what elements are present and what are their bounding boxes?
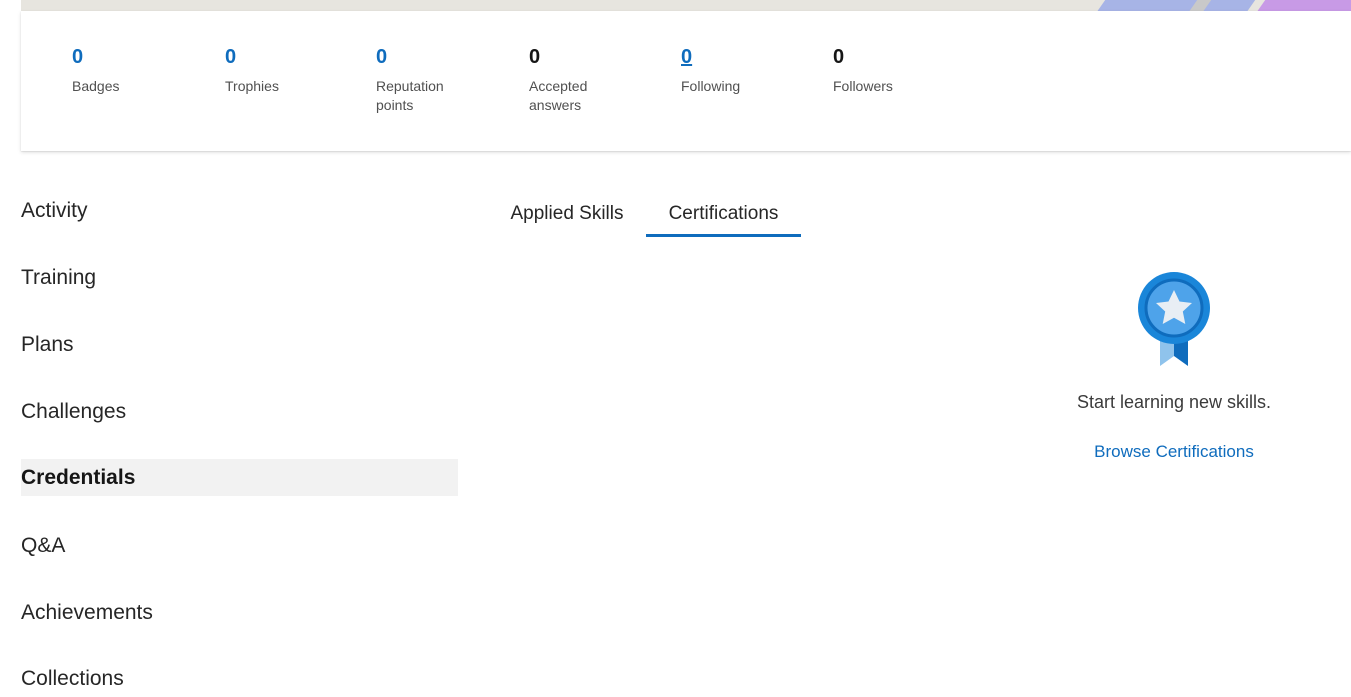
certifications-empty-state: Start learning new skills. Browse Certif… <box>1024 270 1324 463</box>
stat-accepted-answers-value: 0 <box>529 46 541 68</box>
empty-state-message: Start learning new skills. <box>1076 392 1272 412</box>
nav-item-credentials[interactable]: Credentials <box>21 459 458 496</box>
tab-certifications[interactable]: Certifications <box>646 193 801 237</box>
nav-item-training[interactable]: Training <box>21 259 458 296</box>
stat-followers-value: 0 <box>833 46 845 68</box>
nav-item-activity[interactable]: Activity <box>21 192 458 229</box>
stat-followers-label: Followers <box>833 78 893 94</box>
award-ribbon-icon <box>1138 272 1210 366</box>
stat-badges-label: Badges <box>72 78 120 94</box>
profile-banner <box>21 0 1351 11</box>
nav-item-achievements[interactable]: Achievements <box>21 594 458 631</box>
nav-item-qa[interactable]: Q&A <box>21 527 458 564</box>
stat-accepted-answers-label: Accepted answers <box>529 78 588 113</box>
profile-stats-card: 0 Badges 0 Trophies 0 Reputation points … <box>21 11 1351 151</box>
stat-accepted-answers: 0 Accepted answers <box>529 45 639 115</box>
stat-reputation-points-label: Reputation points <box>376 78 444 113</box>
tab-applied-skills[interactable]: Applied Skills <box>498 193 636 237</box>
banner-decoration <box>1093 0 1259 11</box>
browse-certifications-link[interactable]: Browse Certifications <box>1094 441 1254 463</box>
banner-decoration <box>1253 0 1351 11</box>
stat-following-link[interactable]: 0 <box>681 45 692 69</box>
stat-trophies-value: 0 <box>225 46 237 68</box>
stat-badges: 0 Badges <box>72 45 182 96</box>
nav-item-plans[interactable]: Plans <box>21 326 458 363</box>
stat-reputation-points-value: 0 <box>376 46 388 68</box>
stat-reputation-points: 0 Reputation points <box>376 45 486 115</box>
stat-following: 0 Following <box>681 45 791 96</box>
stat-trophies-label: Trophies <box>225 78 279 94</box>
nav-item-challenges[interactable]: Challenges <box>21 393 458 430</box>
stat-following-label: Following <box>681 78 741 94</box>
stat-badges-value: 0 <box>72 46 84 68</box>
stat-trophies: 0 Trophies <box>225 45 335 96</box>
stat-followers: 0 Followers <box>833 45 943 96</box>
nav-item-collections[interactable]: Collections <box>21 660 458 697</box>
